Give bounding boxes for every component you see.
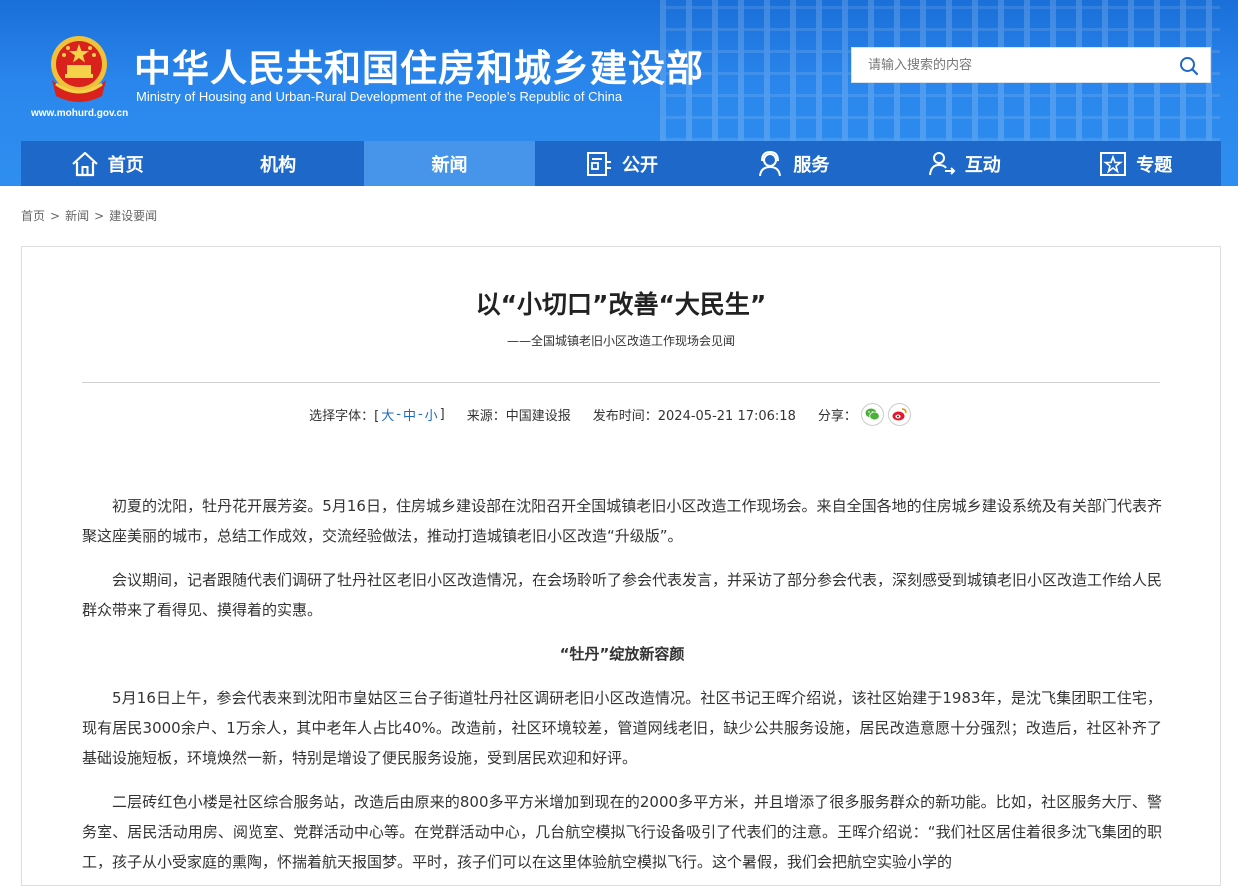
service-icon — [759, 150, 782, 176]
article-meta: 选择字体：[ 大- 中- 小 ] 来源：中国建设报 发布时间：2024-05-2… — [22, 403, 1220, 426]
nav-item-news[interactable]: 新闻 — [363, 141, 536, 186]
article-title: 以“小切口”改善“大民生” — [475, 290, 767, 319]
wechat-icon[interactable] — [860, 403, 884, 426]
share: 分享： — [818, 403, 911, 426]
weibo-icon[interactable] — [887, 403, 911, 426]
article-subtitle: ——全国城镇老旧小区改造工作现场会见闻 — [506, 334, 735, 348]
site-english-title: Ministry of Housing and Urban-Rural Deve… — [136, 89, 623, 104]
article-paragraph: 5月16日上午，参会代表来到沈阳市皇姑区三台子街道牡丹社区调研老旧小区改造情况。… — [82, 689, 1162, 767]
search-input[interactable] — [852, 48, 1162, 82]
publish-time: 发布时间：2024-05-21 17:06:18 — [592, 409, 796, 424]
article-container: 以“小切口”改善“大民生” ——全国城镇老旧小区改造工作现场会见闻 选择字体：[… — [21, 246, 1221, 886]
nav-label-home: 首页 — [107, 154, 144, 176]
nav-label-service: 服务 — [793, 154, 830, 176]
divider — [82, 382, 1160, 383]
nav-label-interact: 互动 — [964, 154, 1001, 176]
breadcrumb-news[interactable]: 新闻 — [65, 209, 89, 223]
nav-item-home[interactable]: 首页 — [21, 141, 193, 186]
home-icon — [71, 151, 98, 176]
font-size-selector: 选择字体：[ 大- 中- 小 ] — [309, 405, 445, 424]
article-paragraph: 二层砖红色小楼是社区综合服务站，改造后由原来的800多平方米增加到现在的2000… — [82, 793, 1162, 871]
font-size-large[interactable]: 大 — [381, 405, 394, 424]
nav-item-service[interactable]: 服务 — [706, 141, 879, 186]
site-title[interactable]: 中华人民共和国住房和城乡建设部 — [134, 38, 704, 92]
document-icon — [586, 151, 611, 176]
breadcrumb: 首页 > 新闻 > 建设要闻 — [21, 207, 157, 224]
search-box — [851, 47, 1211, 83]
breadcrumb-construction-news[interactable]: 建设要闻 — [109, 209, 157, 223]
breadcrumb-separator: > — [50, 209, 61, 223]
font-size-close: ] — [439, 407, 445, 422]
main-nav: 首页 机构 新闻 公开 服务 互动 专题 — [21, 141, 1221, 186]
nav-label-organization: 机构 — [260, 154, 297, 176]
section-heading: “牡丹”绽放新容颜 — [559, 645, 685, 663]
article-body: 初夏的沈阳，牡丹花开展芳姿。5月16日，住房城乡建设部在沈阳召开全国城镇老旧小区… — [82, 491, 1162, 891]
nav-label-public: 公开 — [621, 154, 658, 176]
site-url: www.mohurd.gov.cn — [31, 108, 129, 119]
font-size-medium[interactable]: 中 — [403, 405, 416, 424]
star-box-icon — [1100, 151, 1127, 176]
nav-item-public[interactable]: 公开 — [535, 141, 707, 186]
article-paragraph: 初夏的沈阳，牡丹花开展芳姿。5月16日，住房城乡建设部在沈阳召开全国城镇老旧小区… — [82, 497, 1162, 545]
article-paragraph: 会议期间，记者跟随代表们调研了牡丹社区老旧小区改造情况，在会场聆听了参会代表发言… — [82, 571, 1163, 619]
breadcrumb-home[interactable]: 首页 — [21, 209, 45, 223]
font-size-small[interactable]: 小 — [425, 405, 438, 424]
nav-item-interact[interactable]: 互动 — [878, 141, 1050, 186]
user-interact-icon — [928, 151, 956, 175]
share-label: 分享： — [817, 409, 857, 424]
breadcrumb-separator: > — [94, 209, 105, 223]
nav-label-topics: 专题 — [1136, 154, 1173, 176]
article-source: 来源：中国建设报 — [466, 409, 571, 424]
site-header: www.mohurd.gov.cn 中华人民共和国住房和城乡建设部 Minist… — [0, 0, 1238, 186]
nav-label-news: 新闻 — [431, 154, 468, 176]
search-icon[interactable] — [1178, 55, 1200, 77]
nav-item-organization[interactable]: 机构 — [192, 141, 364, 186]
nav-item-topics[interactable]: 专题 — [1049, 141, 1221, 186]
national-emblem-icon — [51, 36, 107, 102]
font-size-label: 选择字体：[ — [309, 409, 380, 424]
